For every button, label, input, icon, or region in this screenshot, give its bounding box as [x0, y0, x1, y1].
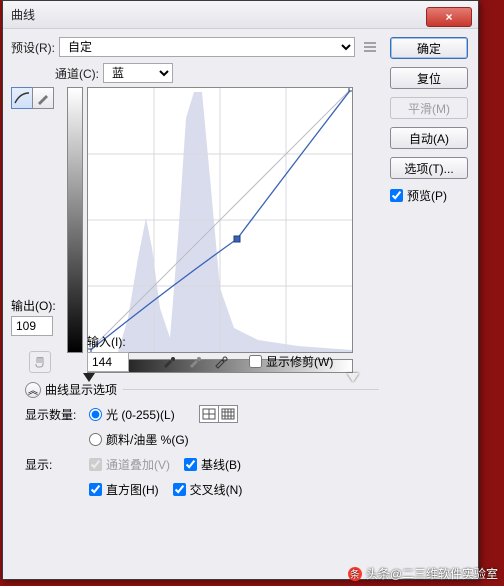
watermark-icon: 条	[348, 567, 362, 581]
output-field[interactable]	[11, 316, 53, 336]
white-eyedropper[interactable]	[211, 351, 231, 371]
check-baseline[interactable]: 基线(B)	[184, 456, 241, 473]
preview-checkbox[interactable]: 预览(P)	[390, 187, 468, 204]
curve-draw-tool[interactable]	[32, 87, 54, 109]
preset-label: 预设(R):	[11, 39, 55, 56]
radio-ink[interactable]: 颜料/油墨 %(G)	[89, 431, 189, 448]
curves-dialog: 曲线 × 预设(R): 自定 通道(C): 蓝	[2, 0, 479, 580]
gray-eyedropper[interactable]	[185, 351, 205, 371]
show-clipping-checkbox[interactable]: 显示修剪(W)	[249, 353, 333, 370]
input-field[interactable]	[87, 352, 129, 372]
close-button[interactable]: ×	[426, 7, 472, 27]
smooth-button: 平滑(M)	[390, 97, 468, 119]
output-label: 输出(O):	[11, 297, 67, 314]
black-eyedropper[interactable]	[159, 351, 179, 371]
grid-coarse-button[interactable]	[199, 405, 219, 423]
window-title: 曲线	[11, 6, 426, 23]
preset-select[interactable]: 自定	[59, 37, 355, 57]
auto-button[interactable]: 自动(A)	[390, 127, 468, 149]
check-channel-overlay[interactable]: 通道叠加(V)	[89, 456, 170, 473]
curve-grid[interactable]	[87, 87, 353, 353]
close-icon: ×	[445, 10, 452, 24]
check-crosshair[interactable]: 交叉线(N)	[173, 481, 243, 498]
ok-button[interactable]: 确定	[390, 37, 468, 59]
curve-point-tool[interactable]	[11, 87, 33, 109]
watermark: 条 头条@二三维软件实验室	[348, 565, 498, 582]
title-bar[interactable]: 曲线 ×	[3, 1, 478, 29]
input-label: 输入(I):	[87, 333, 129, 350]
output-gradient	[67, 87, 83, 353]
check-histogram[interactable]: 直方图(H)	[89, 481, 159, 498]
show-label: 显示:	[25, 456, 89, 473]
radio-light[interactable]: 光 (0-255)(L)	[89, 406, 175, 423]
expand-toggle-icon[interactable]: ︽	[25, 382, 41, 398]
separator	[123, 389, 379, 390]
targeted-adjust-tool[interactable]	[29, 351, 51, 373]
grid-fine-button[interactable]	[218, 405, 238, 423]
channel-select[interactable]: 蓝	[103, 63, 173, 83]
preset-menu-icon[interactable]	[361, 38, 379, 56]
display-options-label: 曲线显示选项	[45, 381, 117, 398]
display-amount-label: 显示数量:	[25, 406, 89, 423]
channel-label: 通道(C):	[55, 65, 99, 82]
reset-button[interactable]: 复位	[390, 67, 468, 89]
options-button[interactable]: 选项(T)...	[390, 157, 468, 179]
